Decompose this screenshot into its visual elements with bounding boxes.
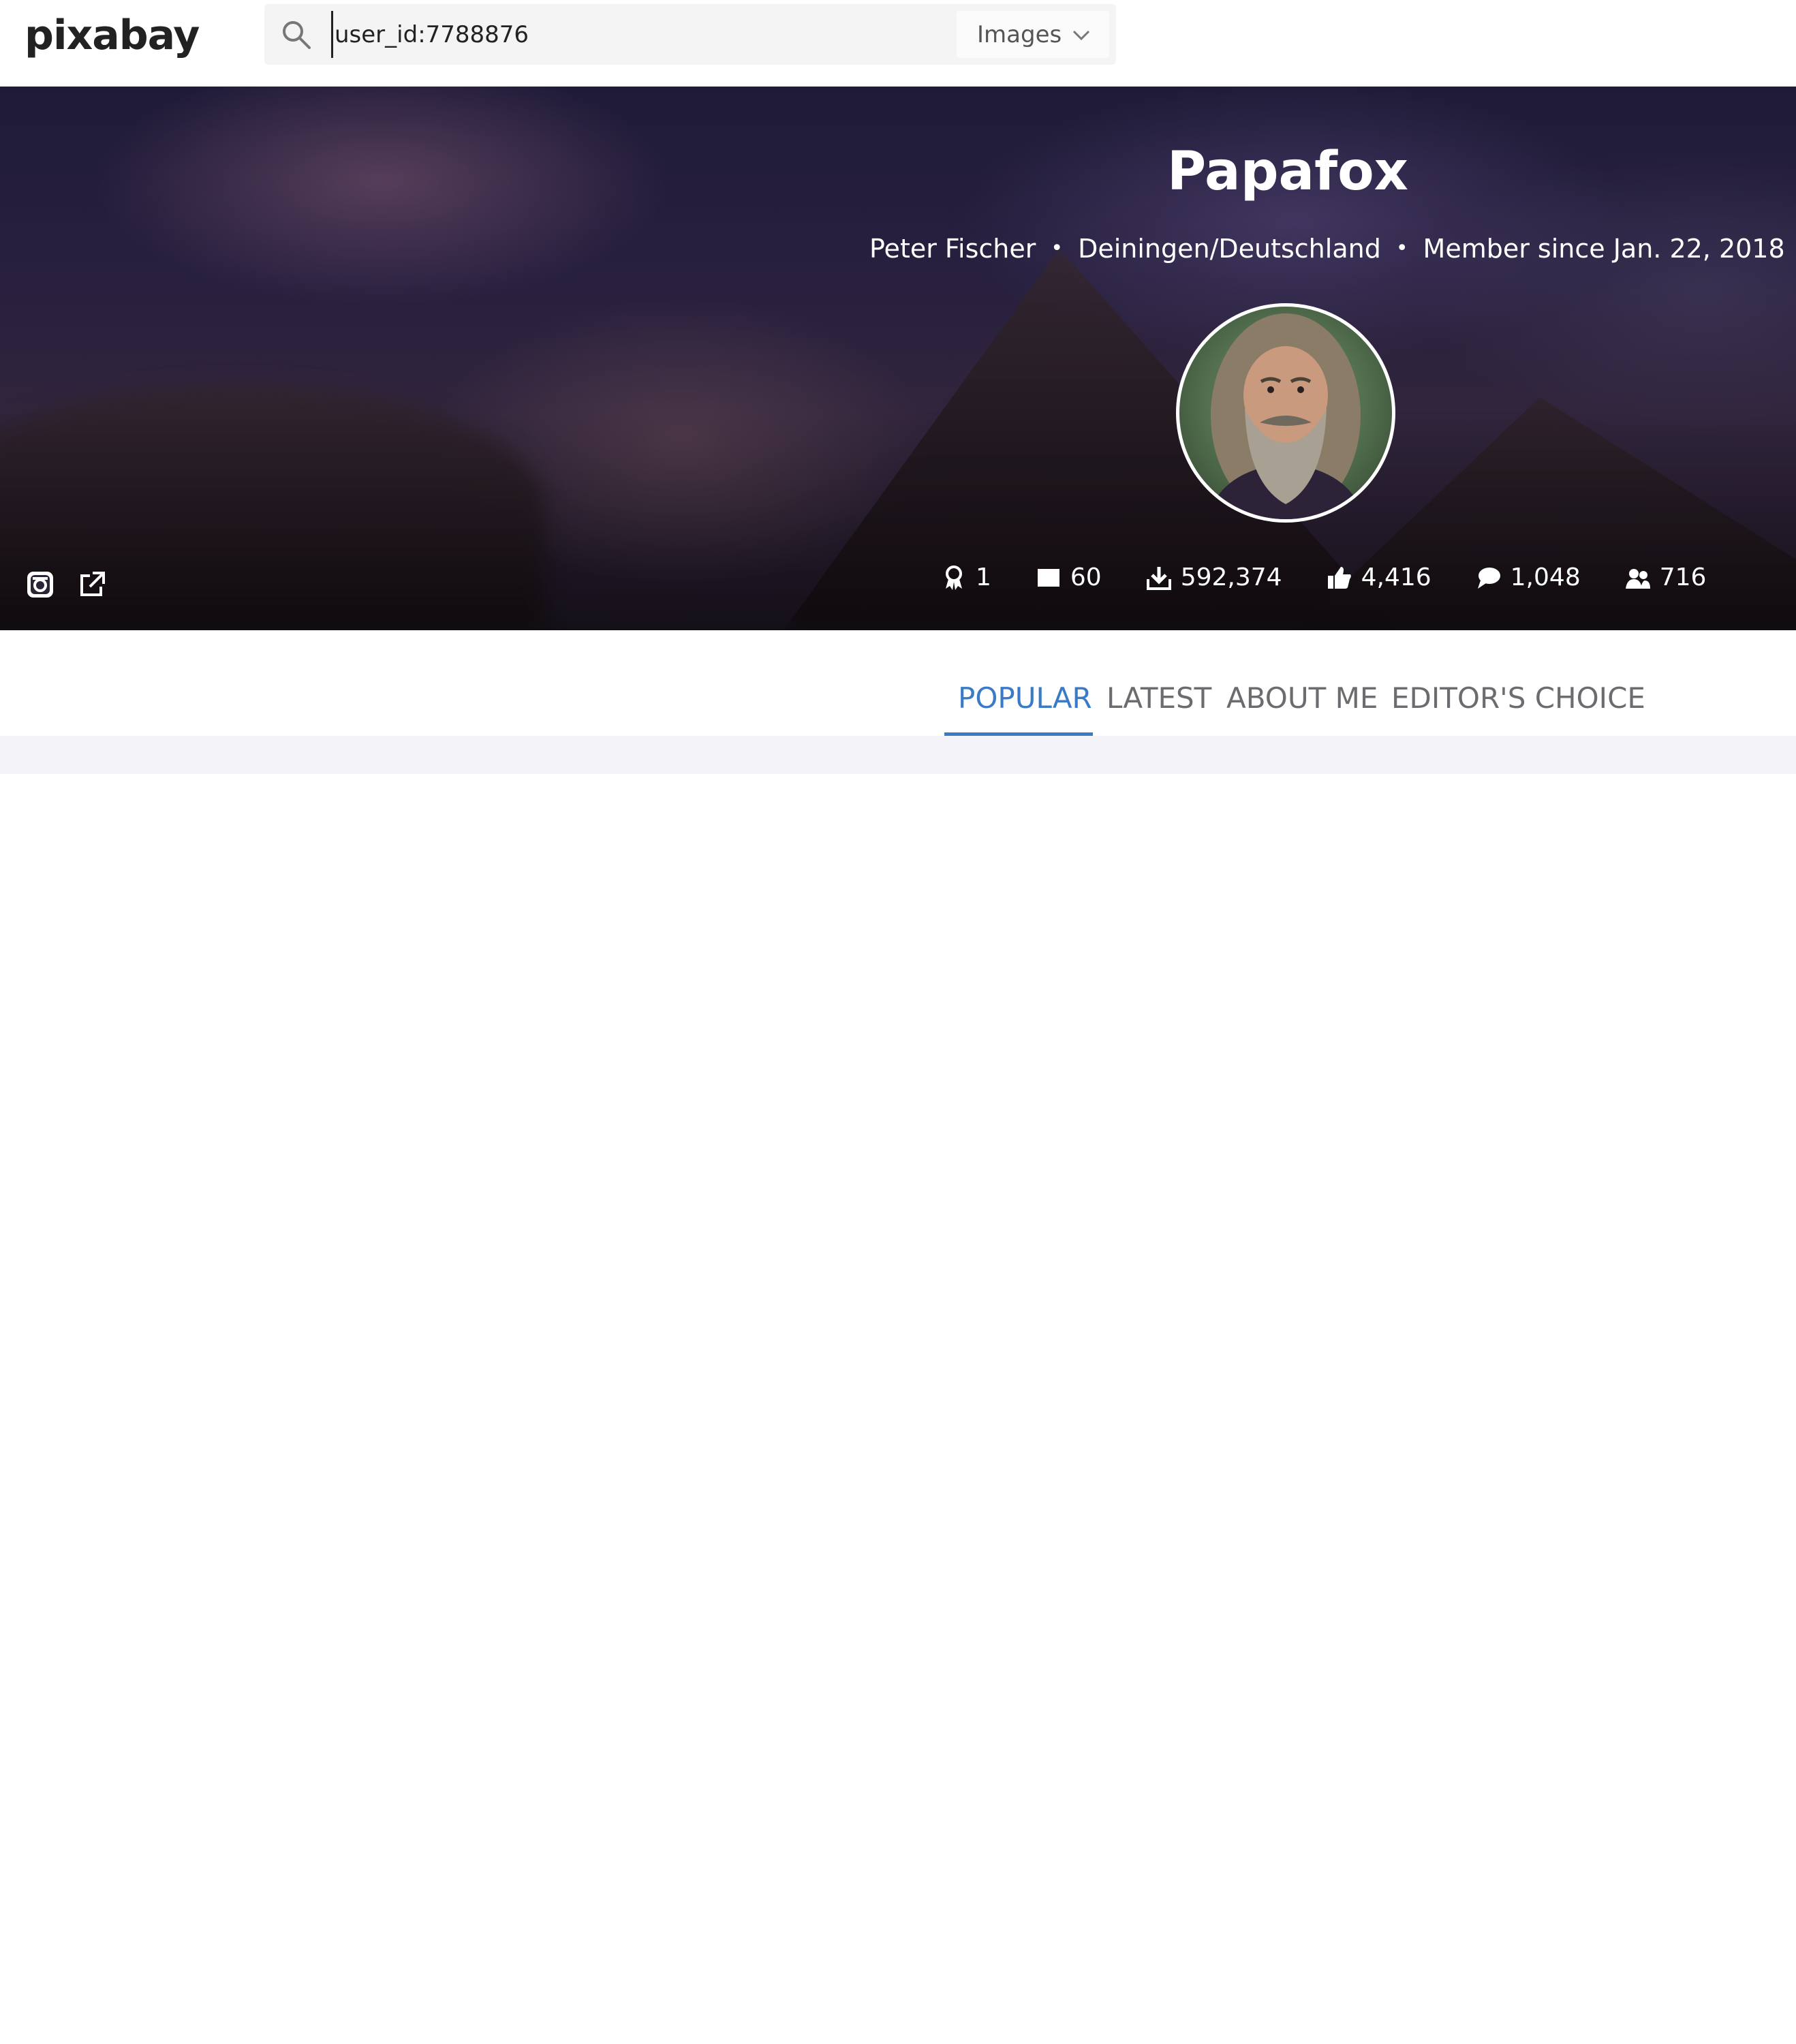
pixabay-logo[interactable]: pixabay <box>25 8 200 63</box>
tab-popular[interactable]: POPULAR <box>958 678 1092 719</box>
followers-count: 716 <box>1659 563 1707 591</box>
awards-count: 1 <box>976 563 991 591</box>
profile-tabs: POPULAR LATEST ABOUT ME EDITOR'S CHOICE <box>0 630 1796 736</box>
image-icon <box>1037 568 1059 587</box>
profile-meta: Peter Fischer • Deiningen/Deutschland • … <box>749 228 1796 269</box>
profile-stats: 1 60 592,374 4,416 1,048 716 <box>940 563 1706 591</box>
meta-separator: • <box>1051 236 1064 260</box>
external-link-icon[interactable] <box>76 569 108 600</box>
stat-images[interactable]: 60 <box>1035 563 1102 591</box>
like-icon <box>1327 566 1351 589</box>
tab-about-me[interactable]: ABOUT ME <box>1226 678 1378 719</box>
media-type-select[interactable]: Images <box>957 11 1109 58</box>
media-type-label: Images <box>977 20 1062 48</box>
profile-banner: Papafox Peter Fischer • Deiningen/Deutsc… <box>0 87 1796 630</box>
stat-comments[interactable]: 1,048 <box>1475 563 1581 591</box>
profile-full-name: Peter Fischer <box>869 234 1036 264</box>
images-count: 60 <box>1070 563 1102 591</box>
top-header: pixabay Images <box>0 0 1796 87</box>
profile-username: Papafox <box>1166 141 1408 202</box>
meta-separator: • <box>1395 236 1408 260</box>
search-input[interactable] <box>331 11 931 58</box>
chevron-down-icon <box>1072 30 1090 41</box>
award-icon <box>946 565 962 590</box>
likes-count: 4,416 <box>1361 563 1431 591</box>
instagram-icon[interactable] <box>25 569 56 600</box>
followers-icon <box>1625 568 1650 589</box>
search-bar: Images <box>264 4 1116 65</box>
avatar-portrait <box>1207 313 1365 519</box>
downloads-count: 592,374 <box>1180 563 1282 591</box>
stat-likes[interactable]: 4,416 <box>1326 563 1431 591</box>
profile-location: Deiningen/Deutschland <box>1078 234 1381 264</box>
stat-downloads[interactable]: 592,374 <box>1145 563 1282 591</box>
search-icon[interactable] <box>279 18 313 52</box>
profile-member-since: Member since Jan. 22, 2018 <box>1423 234 1785 264</box>
download-icon <box>1146 566 1171 590</box>
comments-count: 1,048 <box>1510 563 1581 591</box>
avatar <box>1176 303 1395 523</box>
stat-awards[interactable]: 1 <box>940 563 991 591</box>
stat-followers[interactable]: 716 <box>1624 563 1707 591</box>
content-divider <box>0 736 1796 774</box>
tab-latest[interactable]: LATEST <box>1106 678 1211 719</box>
comment-icon <box>1477 567 1500 589</box>
tab-editors-choice[interactable]: EDITOR'S CHOICE <box>1391 678 1645 719</box>
